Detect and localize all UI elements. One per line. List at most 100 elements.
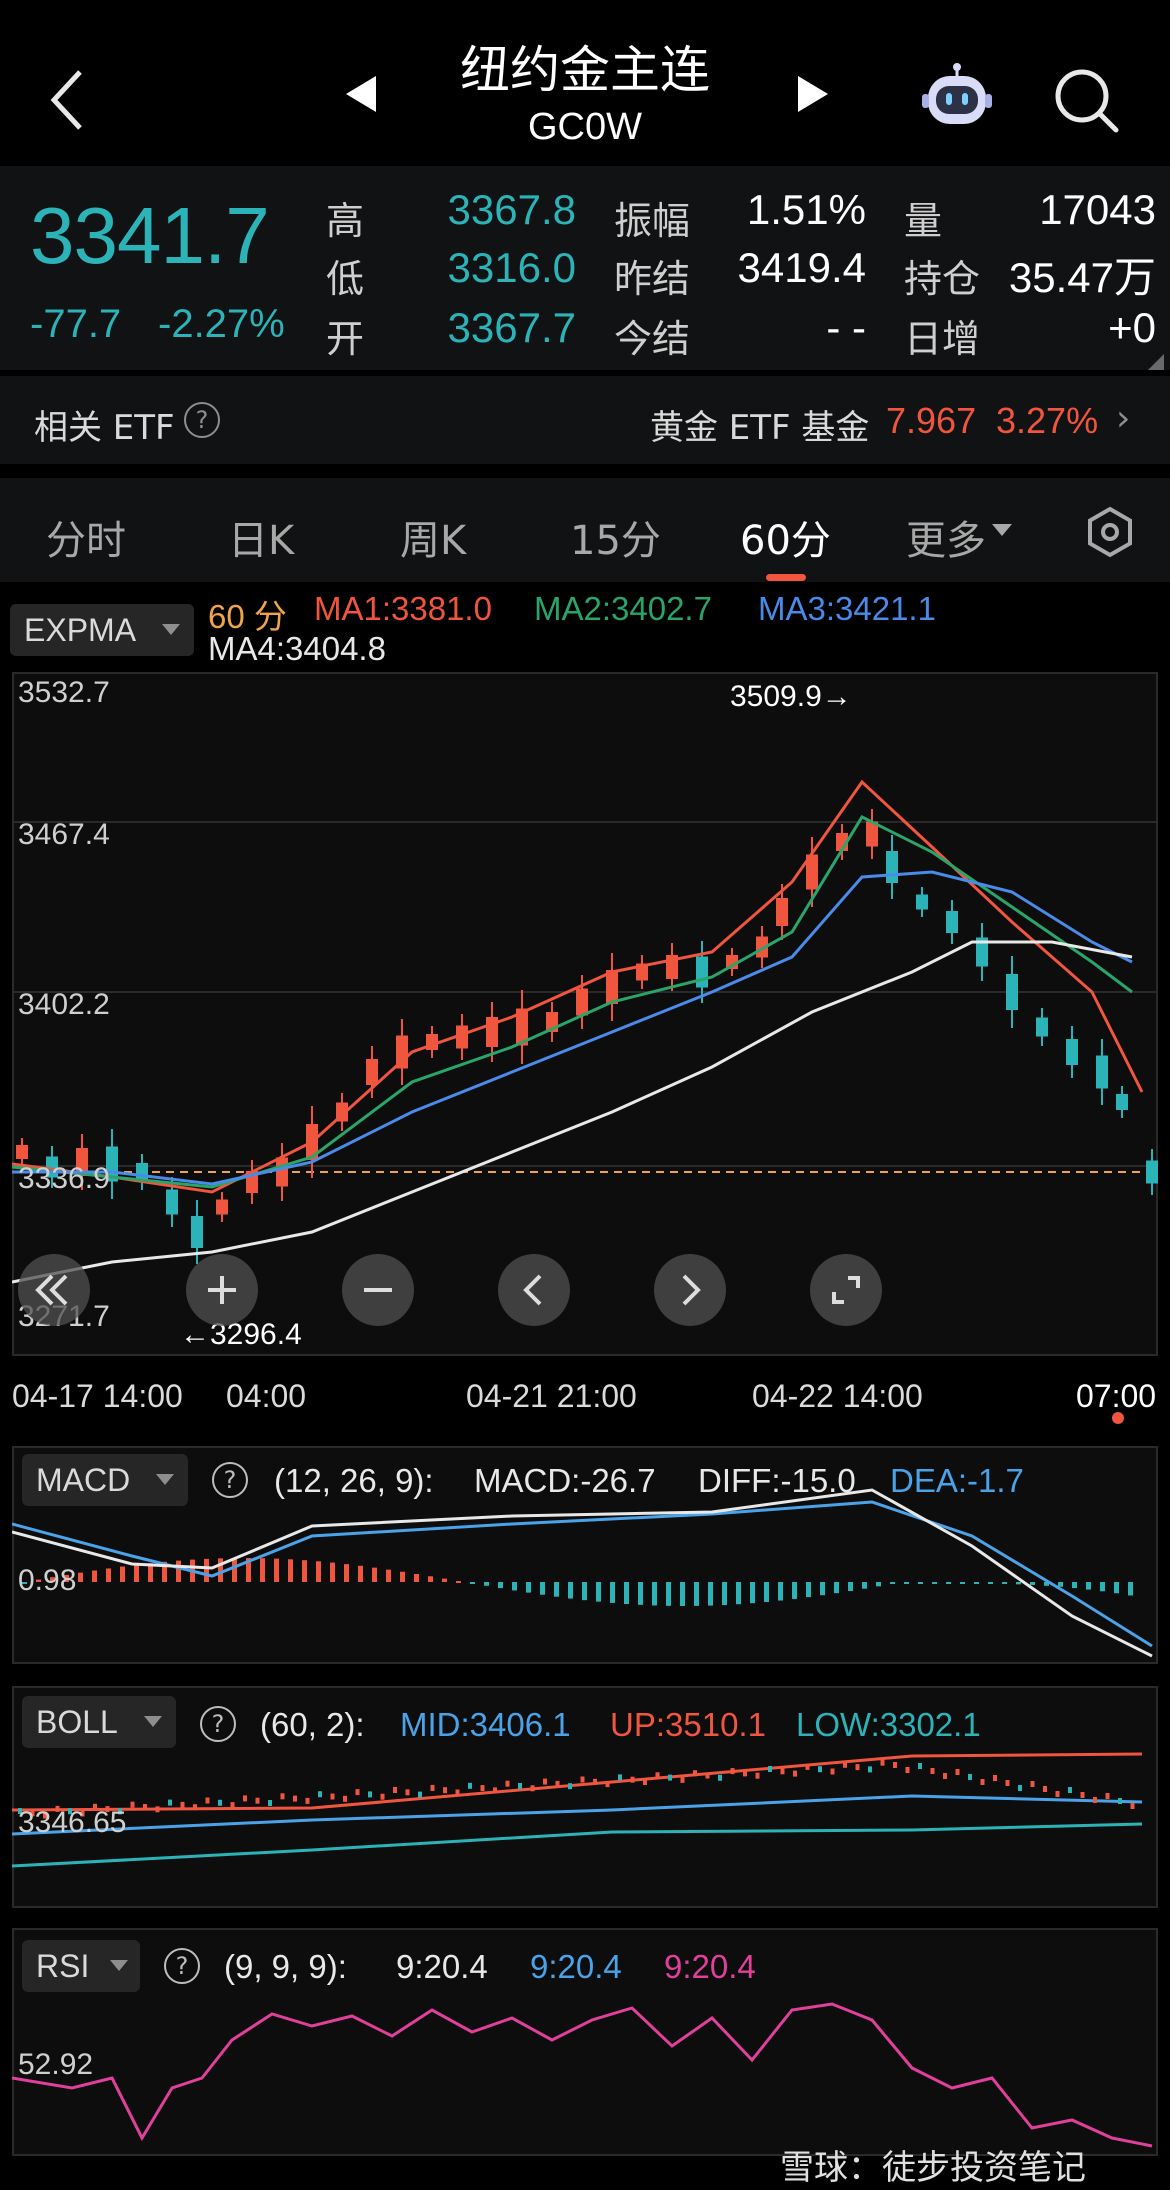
candle-body xyxy=(916,894,928,910)
search-icon[interactable] xyxy=(1050,64,1122,136)
macd-bar xyxy=(386,1569,391,1582)
etf-price: 7.967 xyxy=(886,400,977,441)
macd-bar xyxy=(988,1582,993,1584)
boll-candle xyxy=(193,1804,197,1811)
candle-body xyxy=(1146,1160,1158,1184)
tab-more[interactable]: 更多 xyxy=(906,508,986,566)
boll-candle xyxy=(568,1783,572,1790)
boll-candle xyxy=(130,1801,135,1808)
x-axis-label: 04:00 xyxy=(226,1378,307,1414)
boll-candle xyxy=(280,1793,285,1800)
zoom-in-button[interactable] xyxy=(186,1254,258,1326)
caret-down-icon xyxy=(156,1474,174,1485)
chevron-right-icon[interactable]: › xyxy=(1116,398,1130,439)
boll-params: (60, 2): xyxy=(260,1706,365,1743)
amplitude-value: 1.51% xyxy=(746,186,866,233)
boll-candle xyxy=(805,1763,810,1770)
expand-corner-icon[interactable] xyxy=(1148,354,1164,370)
boll-candle xyxy=(1005,1780,1010,1786)
prev-settle-label: 昨结 xyxy=(614,257,691,301)
boll-candle xyxy=(1068,1787,1072,1793)
boll-candle xyxy=(405,1789,410,1796)
last-price: 3341.7 xyxy=(30,191,270,280)
macd-bar xyxy=(1072,1582,1077,1589)
macd-bar xyxy=(652,1582,657,1606)
minus-icon xyxy=(364,1288,392,1292)
boll-candle xyxy=(630,1776,635,1783)
boll-candle xyxy=(393,1787,397,1793)
help-icon[interactable]: ? xyxy=(200,1706,236,1742)
boll-y-label: 3346.65 xyxy=(18,1806,127,1839)
help-icon[interactable]: ? xyxy=(164,1948,200,1984)
macd-bar xyxy=(218,1558,223,1582)
macd-bar xyxy=(638,1582,643,1605)
robot-assistant-icon[interactable] xyxy=(920,62,994,130)
previous-contract-icon[interactable] xyxy=(340,72,384,116)
macd-bar xyxy=(1058,1582,1063,1587)
x-axis-label: 04-22 14:00 xyxy=(752,1378,923,1414)
help-icon[interactable]: ? xyxy=(212,1462,248,1498)
boll-candle xyxy=(780,1768,785,1775)
indicator-selector[interactable]: EXPMA xyxy=(10,604,194,656)
price-change-percent: -2.27% xyxy=(158,302,285,346)
etf-name[interactable]: 黄金 ETF 基金 xyxy=(650,400,869,449)
boll-candle xyxy=(868,1766,872,1773)
boll-canvas xyxy=(12,1752,1143,1868)
tab-60min[interactable]: 60分 xyxy=(740,508,831,566)
candle-body xyxy=(1066,1039,1078,1065)
plus-icon xyxy=(208,1276,236,1304)
rsi2-value: 9:20.4 xyxy=(530,1948,622,1985)
macd-bar xyxy=(1128,1582,1133,1596)
open-label: 开 xyxy=(326,317,365,361)
ma3-line xyxy=(12,870,1133,1186)
macd-bar xyxy=(120,1566,125,1582)
page-title: 纽约金主连 xyxy=(460,41,710,99)
next-contract-icon[interactable] xyxy=(790,72,834,116)
macd-bar xyxy=(344,1564,349,1582)
rewind-button[interactable] xyxy=(18,1254,90,1326)
macd-selector[interactable]: MACD xyxy=(22,1454,188,1506)
boll-selector[interactable]: BOLL xyxy=(22,1696,176,1748)
boll-candle xyxy=(343,1795,347,1802)
rsi-selector[interactable]: RSI xyxy=(22,1940,140,1992)
tab-daily-k[interactable]: 日K xyxy=(228,508,294,566)
macd-bar xyxy=(624,1582,629,1604)
boll-candle xyxy=(668,1774,672,1781)
tab-weekly-k[interactable]: 周K xyxy=(400,508,466,566)
zoom-out-button[interactable] xyxy=(342,1254,414,1326)
help-icon[interactable]: ? xyxy=(184,402,220,438)
boll-candle xyxy=(693,1770,697,1777)
macd-bar xyxy=(428,1576,433,1582)
amplitude-label: 振幅 xyxy=(614,199,691,243)
fullscreen-button[interactable] xyxy=(810,1254,882,1326)
tab-15min[interactable]: 15分 xyxy=(570,508,661,566)
candle-body xyxy=(276,1157,288,1187)
scroll-left-button[interactable] xyxy=(498,1254,570,1326)
boll-candle xyxy=(943,1773,947,1779)
macd-bar xyxy=(722,1582,727,1606)
boll-candle xyxy=(643,1779,647,1785)
candle-body xyxy=(886,851,898,883)
y-axis-label: 3336.9 xyxy=(18,1162,110,1195)
x-axis-label: 04-21 21:00 xyxy=(466,1378,637,1414)
settings-hexagon-icon[interactable] xyxy=(1084,506,1136,558)
low-value: 3316.0 xyxy=(447,244,576,291)
macd-bar xyxy=(834,1582,839,1594)
candle-body xyxy=(776,898,788,926)
caret-down-icon[interactable] xyxy=(990,522,1014,538)
boll-candle xyxy=(1043,1786,1047,1792)
macd-bar xyxy=(582,1582,587,1601)
boll-candle xyxy=(1118,1798,1122,1804)
daily-change-value: +0 xyxy=(1108,304,1156,351)
scroll-right-button[interactable] xyxy=(654,1254,726,1326)
active-tab-indicator xyxy=(766,574,806,581)
boll-candle xyxy=(955,1769,960,1775)
candlestick-canvas xyxy=(12,779,1158,1284)
related-etf-row[interactable] xyxy=(0,376,1170,464)
daily-change-label: 日增 xyxy=(904,317,981,361)
tab-timeshare[interactable]: 分时 xyxy=(46,508,126,566)
open-interest-value: 35.47万 xyxy=(1008,254,1156,301)
boll-candle xyxy=(293,1795,297,1802)
macd-bar xyxy=(414,1573,419,1582)
chevron-right-icon xyxy=(682,1274,701,1306)
